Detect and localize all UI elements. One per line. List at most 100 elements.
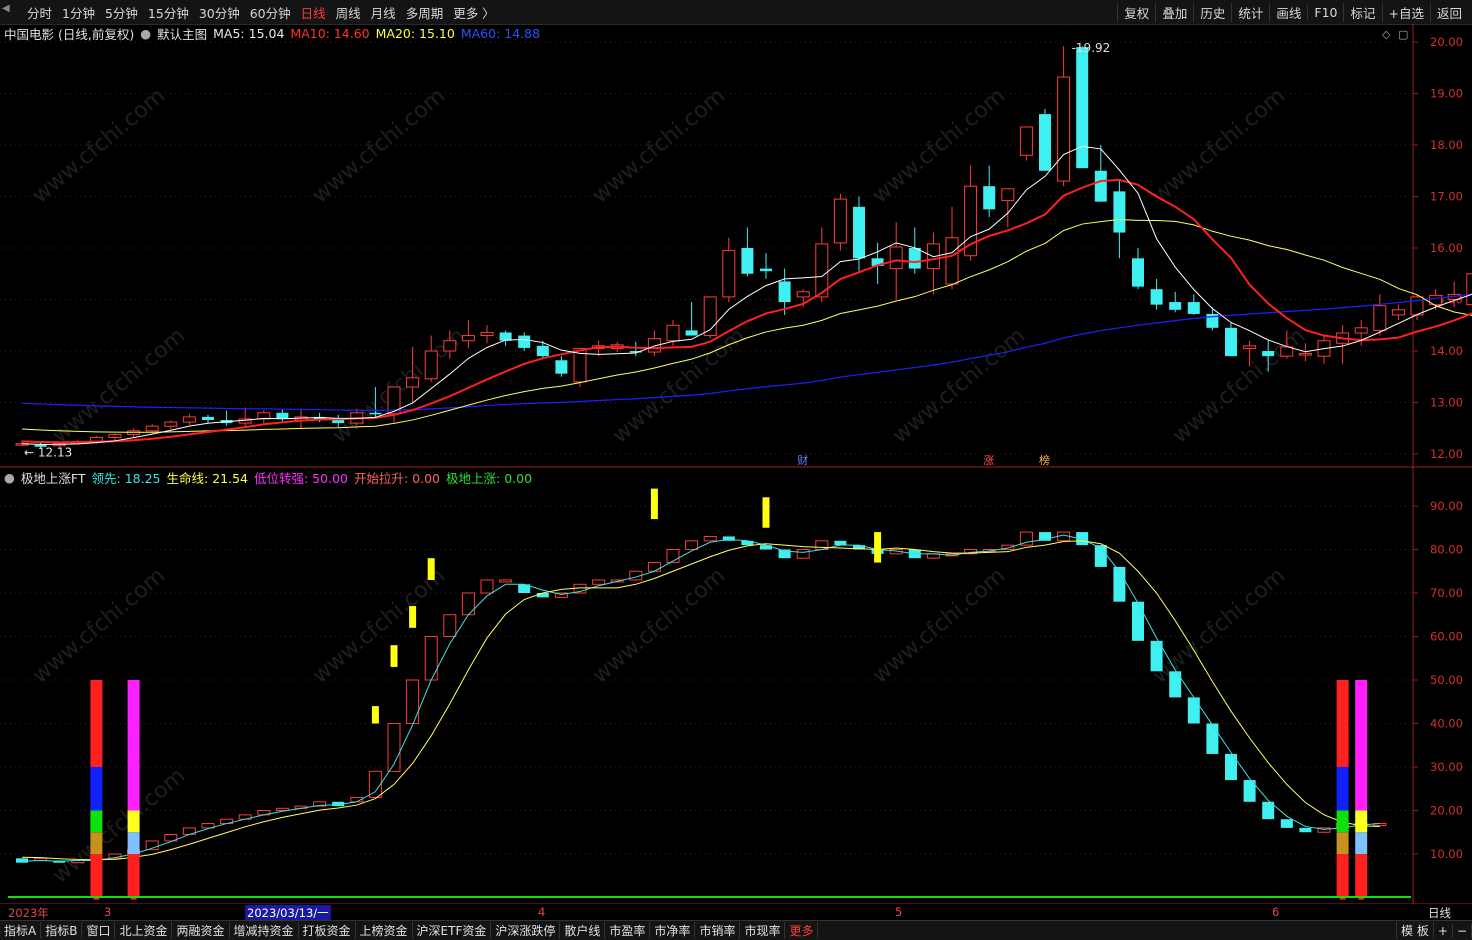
year-label: 2023年	[8, 906, 49, 920]
left-menu-icon[interactable]: ◀	[2, 3, 16, 19]
indicator-name[interactable]: 极地上涨FT	[21, 468, 86, 487]
ma5-value: MA5: 15.04	[213, 25, 285, 41]
zoom-out-button[interactable]: −	[1453, 923, 1472, 938]
indicator-column-down	[536, 593, 549, 598]
tab-fenshi[interactable]: 分时	[22, 3, 57, 22]
indicator-column-up	[406, 679, 420, 724]
watermark-text: www.cfchi.com	[28, 83, 170, 208]
tab-limit-updown[interactable]: 沪深涨跌停	[491, 922, 561, 939]
low-turn-value: 低位转强: 50.00	[254, 470, 348, 486]
tab-multi-period[interactable]: 多周期	[401, 3, 449, 22]
signal-segment	[127, 680, 140, 811]
adjust-button[interactable]: 复权	[1117, 2, 1155, 22]
indicator-column-down	[1132, 601, 1144, 641]
add-watchlist-button[interactable]: +自选	[1381, 2, 1430, 22]
template-button[interactable]: 模 板	[1396, 922, 1434, 939]
tab-ps[interactable]: 市销率	[695, 922, 741, 939]
stats-button[interactable]: 统计	[1231, 2, 1269, 22]
month-4-label: 4	[538, 905, 546, 919]
candle-up	[1298, 353, 1312, 356]
event-marker-bang: 榜	[1039, 453, 1050, 467]
back-button[interactable]: 返回	[1429, 2, 1468, 22]
draw-button[interactable]: 画线	[1269, 2, 1307, 22]
tab-indicator-b[interactable]: 指标B	[41, 922, 83, 939]
tab-daily[interactable]: 日线	[296, 3, 331, 22]
tab-margin[interactable]: 两融资金	[172, 922, 230, 939]
indicator-dot-icon[interactable]: ●	[4, 470, 15, 485]
candle-up	[1019, 126, 1033, 156]
candle-down	[555, 360, 568, 374]
tab-60min[interactable]: 60分钟	[245, 3, 296, 22]
period-label[interactable]: 日线	[1428, 905, 1451, 921]
indicator-column-down	[1280, 819, 1293, 828]
tab-5min[interactable]: 5分钟	[100, 3, 143, 22]
tab-holdings-change[interactable]: 增减持资金	[230, 922, 299, 939]
start-signal-bar	[762, 497, 770, 528]
watermark-text: www.cfchi.com	[1148, 83, 1290, 208]
candle-up	[89, 437, 103, 442]
tab-more-indicators[interactable]: 更多	[785, 922, 819, 939]
candle-down	[1076, 47, 1089, 169]
tab-weekly[interactable]: 周线	[331, 3, 366, 22]
tab-northbound[interactable]: 北上资金	[115, 922, 173, 939]
signal-segment	[1336, 767, 1349, 811]
tab-list-funds[interactable]: 上榜资金	[356, 922, 413, 939]
price-axis-label: 20.00	[1430, 35, 1463, 49]
tab-15min[interactable]: 15分钟	[143, 3, 194, 22]
template-dot-icon[interactable]: ●	[140, 26, 151, 41]
candle-up	[1057, 76, 1071, 182]
template-name[interactable]: 默认主图	[157, 24, 207, 43]
zoom-in-button[interactable]: +	[1434, 923, 1453, 938]
candle-down	[1094, 170, 1107, 202]
signal-segment	[1355, 810, 1368, 833]
candle-up	[164, 421, 178, 427]
signal-segment	[127, 810, 140, 833]
month-3-label: 3	[104, 905, 112, 919]
candle-up	[1466, 273, 1472, 306]
candle-up	[1373, 305, 1387, 331]
tab-more[interactable]: 更多 〉	[448, 3, 499, 22]
tab-etf-funds[interactable]: 沪深ETF资金	[413, 922, 492, 939]
history-button[interactable]: 历史	[1193, 2, 1231, 22]
candle-down	[1113, 191, 1126, 233]
tab-30min[interactable]: 30分钟	[194, 3, 245, 22]
stock-chart[interactable]: www.cfchi.com www.cfchi.com www.cfchi.com w…	[0, 24, 1472, 904]
signal-segment	[127, 854, 140, 898]
signal-segment	[90, 680, 103, 767]
tab-window[interactable]: 窗口	[82, 922, 116, 939]
tab-pcf[interactable]: 市现率	[740, 922, 786, 939]
tab-1min[interactable]: 1分钟	[57, 3, 100, 22]
candle-down	[983, 186, 996, 210]
candle-up	[833, 198, 847, 244]
watermark-text: www.cfchi.com	[588, 563, 730, 688]
tab-monthly[interactable]: 月线	[366, 3, 401, 22]
indicator-column-down	[1187, 697, 1200, 724]
tab-limit-up-funds[interactable]: 打板资金	[299, 922, 356, 939]
candle-up	[1280, 346, 1294, 357]
indicator-column-up	[685, 540, 699, 550]
candle-down	[741, 248, 754, 274]
signal-segment	[90, 832, 103, 854]
indicator-column-up	[499, 579, 513, 583]
candle-up	[666, 324, 680, 342]
tab-pb[interactable]: 市净率	[650, 922, 696, 939]
tab-retail-line[interactable]: 散户线	[560, 922, 606, 939]
candle-up	[889, 246, 903, 270]
overlay-button[interactable]: 叠加	[1155, 2, 1193, 22]
tab-indicator-a[interactable]: 指标A	[0, 922, 42, 939]
tab-pe[interactable]: 市盈率	[605, 922, 651, 939]
period-toolbar: ◀ 分时 1分钟 5分钟 15分钟 30分钟 60分钟 日线 周线 月线 多周期…	[0, 0, 1472, 25]
candle-down	[369, 412, 382, 415]
indicator-tabbar: 指标A 指标B 窗口 北上资金 两融资金 增减持资金 打板资金 上榜资金 沪深E…	[0, 920, 1472, 940]
f10-button[interactable]: F10	[1307, 4, 1343, 20]
mark-button[interactable]: 标记	[1343, 2, 1381, 22]
indicator-axis-label: 30.00	[1430, 760, 1463, 774]
indicator-column-up	[703, 535, 717, 542]
signal-segment	[127, 832, 140, 854]
indicator-column-up	[424, 636, 438, 681]
cursor-date: 2023/03/13/一	[245, 905, 331, 921]
candle-up	[443, 340, 457, 352]
indicator-column-up	[647, 562, 661, 572]
candle-down	[1187, 302, 1200, 314]
indicator-column-up	[592, 579, 606, 585]
